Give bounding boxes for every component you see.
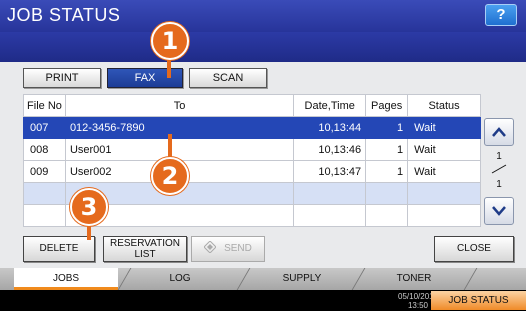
scroll-down-button[interactable]: [484, 197, 514, 225]
cell-to: 012-3456-7890: [64, 116, 295, 139]
date-time-display: 05/10/2013 13:50: [398, 292, 439, 310]
tab-print[interactable]: PRINT: [23, 68, 101, 88]
cell-pages: 1: [365, 116, 409, 139]
cell-to: User001: [64, 138, 295, 161]
column-header-file-no[interactable]: File No: [23, 94, 66, 117]
column-header-date-time[interactable]: Date,Time: [293, 94, 367, 117]
message-bar: [0, 32, 526, 62]
page-separator-icon: [491, 164, 507, 174]
current-date: 05/10/2013: [398, 292, 439, 301]
table-header-row: File No To Date,Time Pages Status: [23, 94, 481, 117]
help-button[interactable]: ?: [485, 4, 517, 26]
tab-scan[interactable]: SCAN: [189, 68, 267, 88]
tab-supply[interactable]: SUPPLY: [250, 268, 354, 290]
column-header-to[interactable]: To: [64, 94, 295, 117]
cell-pages: 1: [365, 160, 409, 183]
chevron-down-icon: [492, 206, 506, 216]
current-page: 1: [496, 151, 502, 162]
table-row[interactable]: 008 User001 10,13:46 1 Wait: [23, 138, 481, 161]
column-header-status[interactable]: Status: [407, 94, 481, 117]
cell-status: Wait: [407, 116, 481, 139]
close-button[interactable]: CLOSE: [434, 236, 514, 262]
bottom-tab-bar: JOBS LOG SUPPLY TONER: [0, 268, 526, 290]
cell-status: Wait: [407, 138, 481, 161]
job-status-button[interactable]: JOB STATUS: [431, 291, 526, 310]
cell-date-time: 10,13:47: [293, 160, 367, 183]
cell-date-time: 10,13:44: [293, 116, 367, 139]
tab-jobs[interactable]: JOBS: [14, 268, 118, 290]
chevron-up-icon: [492, 127, 506, 137]
window-title: JOB STATUS: [7, 5, 121, 25]
tab-toner[interactable]: TONER: [362, 268, 466, 290]
delete-button[interactable]: DELETE: [23, 236, 95, 262]
cell-status: Wait: [407, 160, 481, 183]
scroll-up-button[interactable]: [484, 118, 514, 146]
job-status-panel: JOB STATUS ? PRINT FAX SCAN File No To D…: [0, 0, 526, 311]
title-bar: JOB STATUS ?: [0, 0, 526, 32]
tab-fax[interactable]: FAX: [107, 68, 183, 88]
reservation-list-label-line2: LIST: [134, 249, 156, 260]
send-label: SEND: [224, 243, 252, 254]
cell-file-no: 009: [23, 160, 66, 183]
callout-marker-3: 3: [70, 188, 108, 226]
cell-date-time: 10,13:46: [293, 138, 367, 161]
callout-marker-2: 2: [151, 157, 189, 195]
page-indicator: 1 1: [484, 151, 514, 197]
column-header-pages[interactable]: Pages: [365, 94, 409, 117]
current-time: 13:50: [407, 301, 428, 310]
reservation-list-button[interactable]: RESERVATION LIST: [103, 236, 187, 262]
status-footer: 05/10/2013 13:50 JOB STATUS: [0, 290, 526, 311]
send-diamond-icon: [203, 240, 217, 254]
total-pages: 1: [496, 179, 502, 190]
callout-marker-1: 1: [151, 22, 189, 60]
callout-pointer-2: [168, 134, 172, 158]
send-button[interactable]: SEND: [191, 236, 265, 262]
cell-pages: 1: [365, 138, 409, 161]
reservation-list-label-line1: RESERVATION: [109, 238, 180, 249]
cell-file-no: 008: [23, 138, 66, 161]
tab-log[interactable]: LOG: [128, 268, 232, 290]
table-row[interactable]: 009 User002 10,13:47 1 Wait: [23, 160, 481, 183]
cell-file-no: 007: [23, 116, 66, 139]
table-row[interactable]: 007 012-3456-7890 10,13:44 1 Wait: [23, 116, 481, 139]
